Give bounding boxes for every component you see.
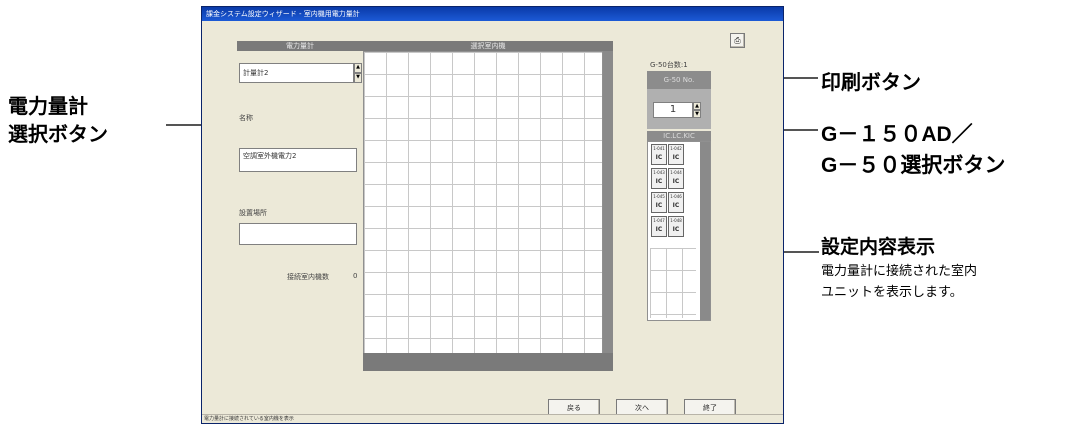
ic-cell-address: 1-043	[653, 170, 665, 175]
window-title: 課金システム設定ウィザード - 室内機用電力量計	[202, 7, 783, 21]
location-label: 設置場所	[239, 209, 267, 217]
callout-display-title: 設定内容表示	[821, 237, 936, 258]
ic-header: IC.LC.KIC	[647, 131, 711, 141]
location-field[interactable]	[239, 223, 357, 245]
ic-cell-address: 1-044	[670, 170, 682, 175]
unit-panel: 選択室内機	[363, 41, 613, 371]
ic-cell-address: 1-048	[670, 218, 682, 223]
unit-grid-hscroll[interactable]	[363, 353, 613, 371]
ic-cell[interactable]: 1-042 IC	[668, 144, 684, 165]
ic-cell-address: 1-041	[653, 146, 665, 151]
ic-cell-address: 1-042	[670, 146, 682, 151]
g50-no-area: 1 ▲ ▼	[647, 89, 711, 129]
ic-cell[interactable]: 1-048 IC	[668, 216, 684, 237]
ic-cell[interactable]: 1-041 IC	[651, 144, 667, 165]
unit-panel-header: 選択室内機	[363, 41, 613, 51]
g50-down-arrow-icon[interactable]: ▼	[693, 110, 701, 118]
ic-list-vscroll[interactable]	[700, 142, 710, 320]
ic-cell[interactable]: 1-045 IC	[651, 192, 667, 213]
ic-cell-type: IC	[655, 154, 663, 161]
g50-no-header: G-50 No.	[647, 71, 711, 89]
printer-icon: ⎙	[734, 36, 741, 45]
callout-g50-line1: G－１５０AD／	[821, 123, 973, 146]
g50-no-field[interactable]: 1	[653, 102, 693, 118]
print-button[interactable]: ⎙	[730, 33, 745, 48]
callout-display-desc-2: ユニットを表示します。	[821, 284, 963, 299]
name-label: 名称	[239, 114, 253, 122]
ic-cell-type: IC	[655, 178, 663, 185]
meter-down-arrow-icon[interactable]: ▼	[354, 73, 362, 83]
g50-count-label: G-50台数:1	[650, 61, 688, 69]
ic-cell-type: IC	[672, 202, 680, 209]
callout-meter-select-line1: 電力量計	[8, 96, 88, 118]
unit-grid-vscroll[interactable]	[603, 51, 613, 361]
ic-cell-address: 1-047	[653, 218, 665, 223]
connected-count: 0	[353, 272, 358, 280]
callout-print: 印刷ボタン	[821, 72, 921, 94]
ic-cell[interactable]: 1-046 IC	[668, 192, 684, 213]
meter-panel: 電力量計 計量計2 ▲ ▼ 名称 空調室外機電力2 設置場所 接続室内機数 0	[237, 41, 363, 371]
ic-cell-type: IC	[672, 178, 680, 185]
ic-cell[interactable]: 1-047 IC	[651, 216, 667, 237]
name-field[interactable]: 空調室外機電力2	[239, 148, 357, 172]
meter-select-box[interactable]: 計量計2	[239, 63, 354, 83]
callout-g50-line2: G－５０選択ボタン	[821, 154, 1006, 177]
ic-cell-type: IC	[672, 154, 680, 161]
connected-label: 接続室内機数	[287, 273, 329, 281]
ic-cell-type: IC	[672, 226, 680, 233]
callout-meter-select-line2: 選択ボタン	[8, 124, 108, 146]
ic-cell[interactable]: 1-044 IC	[668, 168, 684, 189]
meter-panel-header: 電力量計	[237, 41, 363, 51]
ic-cell-type: IC	[655, 226, 663, 233]
status-bar: 電力量計に接続されている室内機を表示	[202, 414, 783, 423]
ic-empty-grid	[650, 248, 696, 318]
ic-list: 1-041 IC 1-042 IC 1-043 IC 1-044 IC 1-045 IC 1-046…	[647, 141, 711, 321]
ic-cell-address: 1-045	[653, 194, 665, 199]
g50-up-arrow-icon[interactable]: ▲	[693, 102, 701, 110]
callout-display-desc-1: 電力量計に接続された室内	[821, 263, 978, 278]
ic-cell-type: IC	[655, 202, 663, 209]
ic-cell-address: 1-046	[670, 194, 682, 199]
unit-grid[interactable]	[363, 51, 603, 361]
app-window: 課金システム設定ウィザード - 室内機用電力量計 電力量計 計量計2 ▲ ▼ 名…	[201, 6, 784, 424]
meter-up-arrow-icon[interactable]: ▲	[354, 63, 362, 73]
ic-cell[interactable]: 1-043 IC	[651, 168, 667, 189]
